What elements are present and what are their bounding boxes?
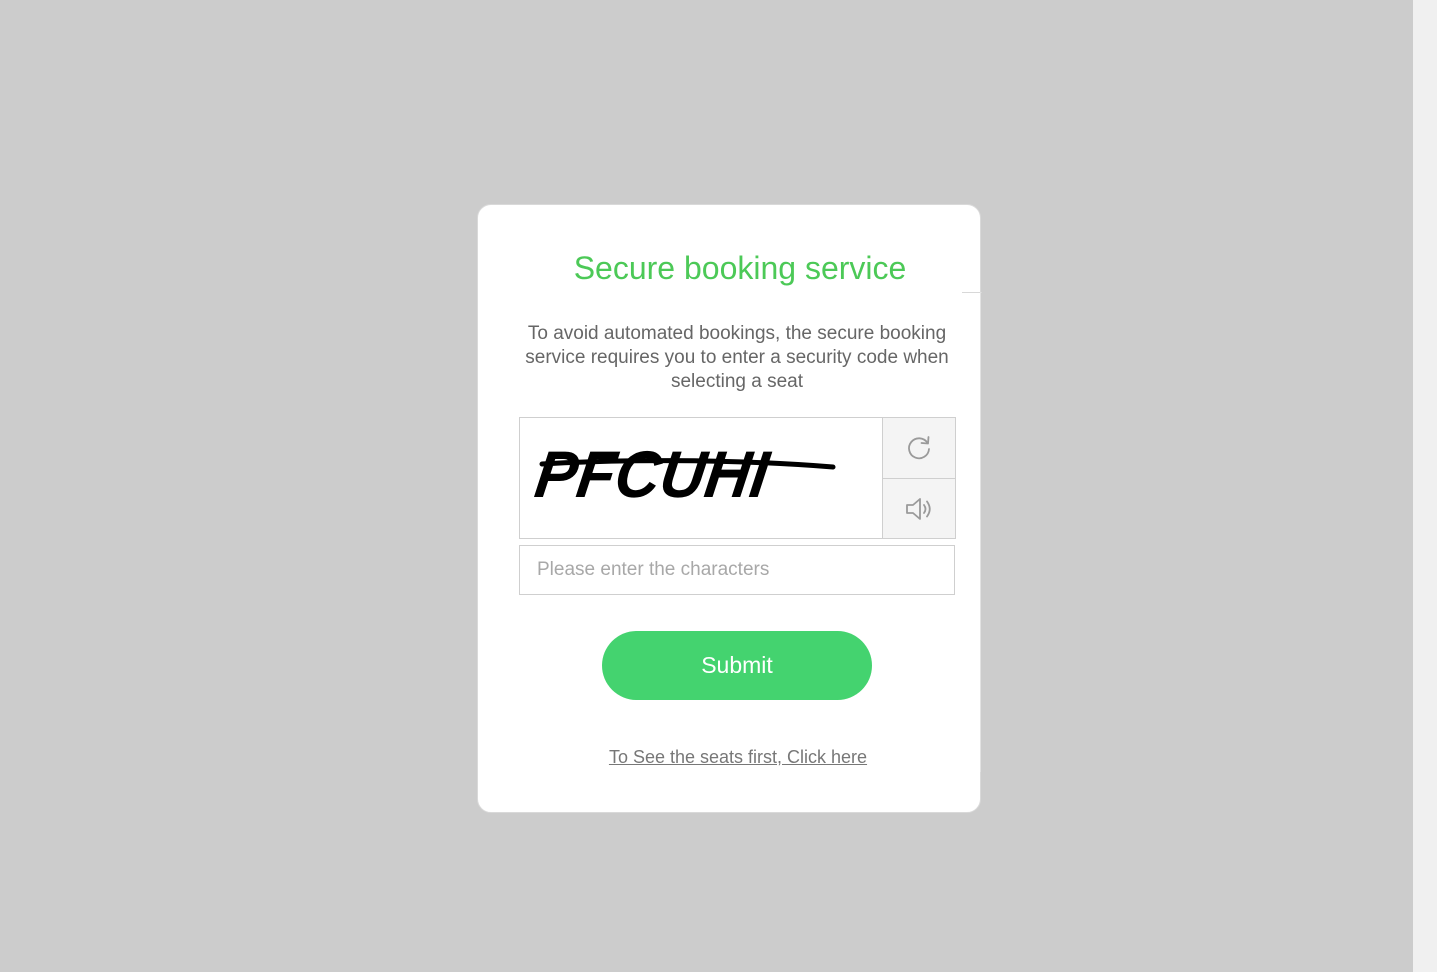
dialog-description: To avoid automated bookings, the secure … <box>525 323 949 392</box>
secure-booking-dialog: Secure booking service To avoid automate… <box>477 204 982 813</box>
captcha-input[interactable] <box>519 545 955 595</box>
refresh-icon <box>908 436 930 460</box>
header-divider <box>962 292 982 293</box>
dialog-title: Secure booking service <box>573 250 907 286</box>
captcha-audio-button[interactable] <box>882 479 955 538</box>
captcha-panel: PFCUHI <box>519 417 956 539</box>
submit-button[interactable]: Submit <box>602 631 872 700</box>
see-seats-link[interactable]: To See the seats first, Click here <box>478 747 998 768</box>
speaker-icon <box>906 497 931 520</box>
captcha-text: PFCUHI <box>531 438 775 512</box>
captcha-refresh-button[interactable] <box>882 418 955 479</box>
dialog-edge-line <box>980 292 981 772</box>
page-scrollbar[interactable] <box>1413 0 1437 972</box>
captcha-image: PFCUHI <box>531 438 836 512</box>
